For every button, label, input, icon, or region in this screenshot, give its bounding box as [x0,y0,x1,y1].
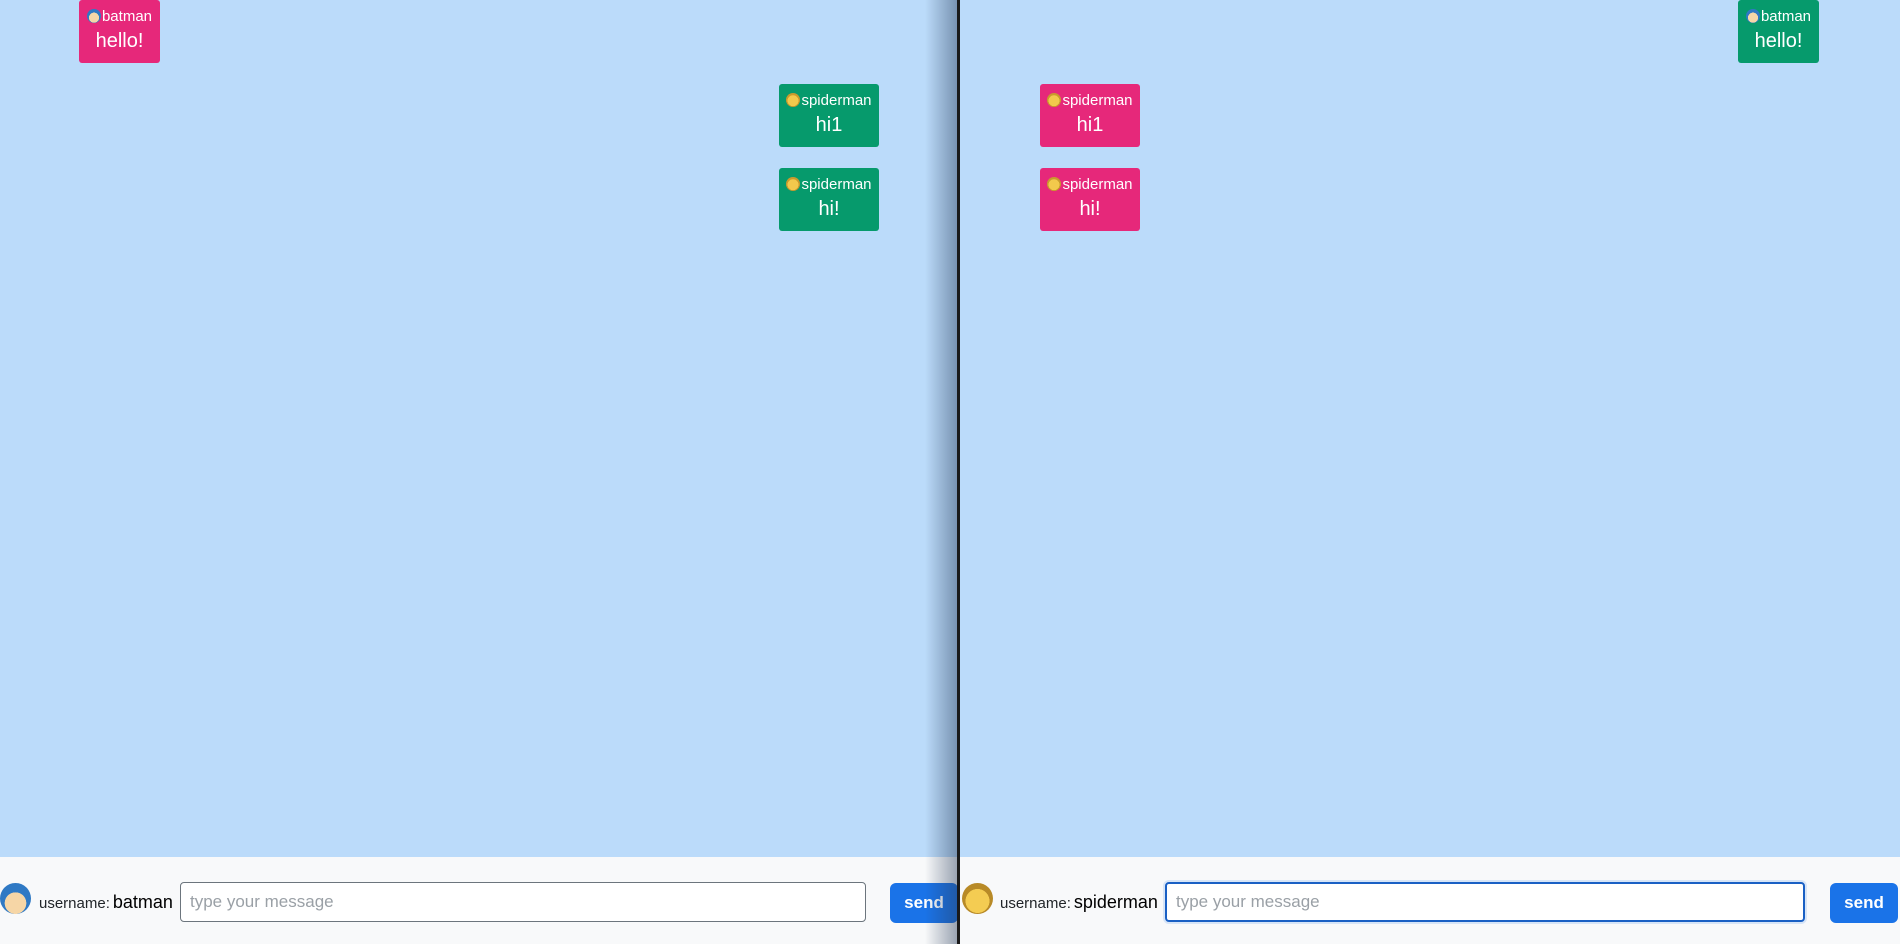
message-username: spiderman [801,92,872,109]
chat-window-batman: batman hello! spiderman hi1 spiderman hi… [0,0,957,944]
spiderman-avatar-icon [786,177,801,191]
message-header: batman [79,9,160,25]
send-button[interactable]: send [890,883,957,923]
message-header: batman [1738,9,1819,25]
chat-window-spiderman: batman hello! spiderman hi1 spiderman hi… [960,0,1900,944]
split-screen: batman hello! spiderman hi1 spiderman hi… [0,0,1900,944]
message-header: spiderman [1040,93,1140,109]
username-value: batman [112,892,173,912]
message-bubble: spiderman hi! [1040,168,1140,231]
batman-avatar-icon [86,9,101,23]
message-composer: username:batman send [0,857,957,944]
message-bubble: spiderman hi1 [1040,84,1140,147]
spiderman-avatar-icon [1047,93,1062,107]
message-composer: username:spiderman send [960,857,1900,944]
message-text: hi1 [815,114,843,136]
message-bubble: spiderman hi! [779,168,879,231]
message-input[interactable] [1165,882,1805,922]
message-text: hi1 [1076,114,1104,136]
message-username: batman [101,8,153,25]
message-input[interactable] [180,882,866,922]
message-username: batman [1760,8,1812,25]
message-username: spiderman [801,176,872,193]
message-bubble: batman hello! [79,0,160,63]
send-button[interactable]: send [1830,883,1898,923]
username-display: username: batman [39,892,173,913]
message-text: hi! [1079,198,1101,220]
message-list[interactable]: batman hello! spiderman hi1 spiderman hi… [960,0,1900,857]
username-value: spiderman [1073,892,1158,912]
batman-avatar-icon [1745,9,1760,23]
batman-avatar-icon [0,883,31,914]
message-username: spiderman [1062,176,1133,193]
username-display: username: spiderman [1000,892,1158,913]
message-username: spiderman [1062,92,1133,109]
message-bubble: batman hello! [1738,0,1819,63]
username-label: username: [1000,895,1071,912]
message-list[interactable]: batman hello! spiderman hi1 spiderman hi… [0,0,957,857]
username-label: username: [39,895,110,912]
message-text: hello! [95,30,144,52]
message-header: spiderman [1040,177,1140,193]
message-header: spiderman [779,177,879,193]
message-bubble: spiderman hi1 [779,84,879,147]
message-header: spiderman [779,93,879,109]
spiderman-avatar-icon [786,93,801,107]
spiderman-avatar-icon [962,883,993,914]
spiderman-avatar-icon [1047,177,1062,191]
message-text: hello! [1754,30,1803,52]
message-text: hi! [818,198,840,220]
